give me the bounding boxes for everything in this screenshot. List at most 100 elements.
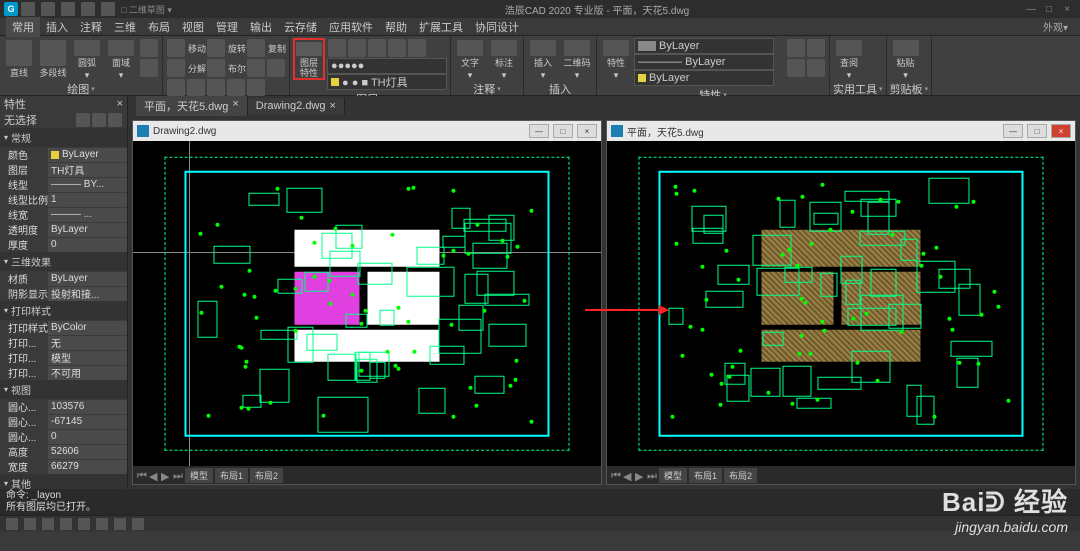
layer-freeze-icon[interactable] (368, 39, 386, 57)
model-tab[interactable]: 模型 (659, 468, 687, 483)
region-button[interactable]: 面域▾ (105, 38, 137, 80)
close-icon[interactable]: × (232, 98, 238, 114)
props-misc-2[interactable] (807, 39, 825, 57)
layout2-tab[interactable]: 布局2 (724, 468, 757, 483)
props-row[interactable]: 打印...模型 (0, 350, 127, 365)
canvas-left[interactable] (133, 141, 601, 466)
dwin-close-button[interactable]: × (577, 124, 597, 138)
props-pick-icon[interactable] (92, 113, 106, 127)
props-misc-3[interactable] (787, 59, 805, 77)
line-button[interactable]: 直线 (3, 38, 35, 80)
props-quick-icon[interactable] (108, 113, 122, 127)
mod-icon-3[interactable] (167, 79, 185, 97)
dwin-min-button[interactable]: — (529, 124, 549, 138)
command-line[interactable]: 命令: _layon 所有图层均已打开。 (0, 489, 1080, 515)
dim-button[interactable]: 标注▾ (488, 38, 520, 80)
doc-tab-1[interactable]: 平面，天花5.dwg× (136, 96, 248, 116)
props-cat[interactable]: ▾常规 (0, 128, 127, 147)
qat-redo-icon[interactable] (101, 2, 115, 16)
props-row[interactable]: 厚度0 (0, 237, 127, 252)
tab-3d[interactable]: 三维 (108, 17, 142, 37)
props-row[interactable]: 透明度ByLayer (0, 222, 127, 237)
tab-common[interactable]: 常用 (6, 17, 40, 37)
dwin-max-button[interactable]: □ (1027, 124, 1047, 138)
otrack-icon[interactable] (96, 518, 108, 530)
layer-iso-icon[interactable] (328, 39, 346, 57)
tab-apps[interactable]: 应用软件 (323, 17, 379, 37)
props-close-icon[interactable]: × (117, 98, 123, 110)
doc-tab-2[interactable]: Drawing2.dwg× (248, 98, 345, 114)
nav-first-icon[interactable]: ⏮ (137, 470, 147, 480)
tab-output[interactable]: 输出 (244, 17, 278, 37)
tab-view[interactable]: 视图 (176, 17, 210, 37)
props-row[interactable]: 材质ByLayer (0, 271, 127, 286)
mod-icon-4[interactable] (187, 79, 205, 97)
osnap-icon[interactable] (78, 518, 90, 530)
arc-button[interactable]: 圆弧▾ (71, 38, 103, 80)
polar-icon[interactable] (60, 518, 72, 530)
props-row[interactable]: 打印样式ByColor (0, 320, 127, 335)
props-cat[interactable]: ▾打印样式 (0, 301, 127, 320)
draw-misc-2[interactable] (140, 59, 158, 77)
qat-save-icon[interactable] (61, 2, 75, 16)
appearance-menu[interactable]: 外观▾ (1043, 19, 1074, 34)
tab-layout[interactable]: 布局 (142, 17, 176, 37)
props-row[interactable]: 颜色ByLayer (0, 147, 127, 162)
tab-cloud[interactable]: 云存储 (278, 17, 323, 37)
mod-icon-1[interactable] (247, 59, 265, 77)
paste-button[interactable]: 粘贴▾ (890, 38, 922, 80)
tab-help[interactable]: 帮助 (379, 17, 413, 37)
layer-clr-icon[interactable] (408, 39, 426, 57)
props-misc-1[interactable] (787, 39, 805, 57)
window-close-button[interactable]: × (1058, 2, 1076, 16)
ortho-icon[interactable] (42, 518, 54, 530)
tab-insert[interactable]: 插入 (40, 17, 74, 37)
qat-undo-icon[interactable] (81, 2, 95, 16)
props-row[interactable]: 阴影显示投射和接... (0, 286, 127, 301)
dwin-left-titlebar[interactable]: Drawing2.dwg — □ × (133, 121, 601, 141)
mod-icon-5[interactable] (207, 79, 225, 97)
dwin-right-titlebar[interactable]: 平面，天花5.dwg — □ × (607, 121, 1075, 141)
props-row[interactable]: 线宽——— ... (0, 207, 127, 222)
bool-icon[interactable] (207, 59, 225, 77)
tab-annotate[interactable]: 注释 (74, 17, 108, 37)
canvas-right[interactable] (607, 141, 1075, 466)
layer-lock-icon[interactable] (388, 39, 406, 57)
tab-ext[interactable]: 扩展工具 (413, 17, 469, 37)
props-row[interactable]: 高度52606 (0, 444, 127, 459)
props-button[interactable]: 特性▾ (600, 38, 632, 80)
qat-new-icon[interactable] (21, 2, 35, 16)
layout1-tab[interactable]: 布局1 (215, 468, 248, 483)
model-tab[interactable]: 模型 (185, 468, 213, 483)
insert-button[interactable]: 插入▾ (527, 38, 559, 80)
nav-prev-icon[interactable]: ◀ (623, 470, 633, 480)
props-row[interactable]: 圆心...-67145 (0, 414, 127, 429)
layout2-tab[interactable]: 布局2 (250, 468, 283, 483)
layout1-tab[interactable]: 布局1 (689, 468, 722, 483)
props-row[interactable]: 线型比例1 (0, 192, 127, 207)
rotate-icon[interactable] (207, 39, 225, 57)
nav-first-icon[interactable]: ⏮ (611, 470, 621, 480)
color-combo[interactable]: ByLayer (634, 38, 774, 54)
dwin-max-button[interactable]: □ (553, 124, 573, 138)
props-cat[interactable]: ▾视图 (0, 380, 127, 399)
lookup-button[interactable]: 查阅▾ (833, 38, 865, 80)
dwin-close-button[interactable]: × (1051, 124, 1071, 138)
tab-manage[interactable]: 管理 (210, 17, 244, 37)
qr-button[interactable]: 二维码▾ (561, 38, 593, 80)
mod-icon-2[interactable] (267, 59, 285, 77)
nav-last-icon[interactable]: ⏭ (647, 470, 657, 480)
dwin-min-button[interactable]: — (1003, 124, 1023, 138)
window-max-button[interactable]: □ (1040, 2, 1058, 16)
layer-combo[interactable]: ● ● ■ TH灯具 (327, 74, 447, 90)
draw-misc-1[interactable] (140, 39, 158, 57)
model-icon[interactable] (132, 518, 144, 530)
mod-icon-6[interactable] (227, 79, 245, 97)
qat-2d-label[interactable]: □ 二维草图 ▾ (121, 3, 172, 16)
layer-off-icon[interactable] (348, 39, 366, 57)
polyline-button[interactable]: 多段线 (37, 38, 69, 80)
explode-icon[interactable] (167, 59, 185, 77)
props-row[interactable]: 打印...无 (0, 335, 127, 350)
props-row[interactable]: 线型——— BY... (0, 177, 127, 192)
snap-icon[interactable] (6, 518, 18, 530)
